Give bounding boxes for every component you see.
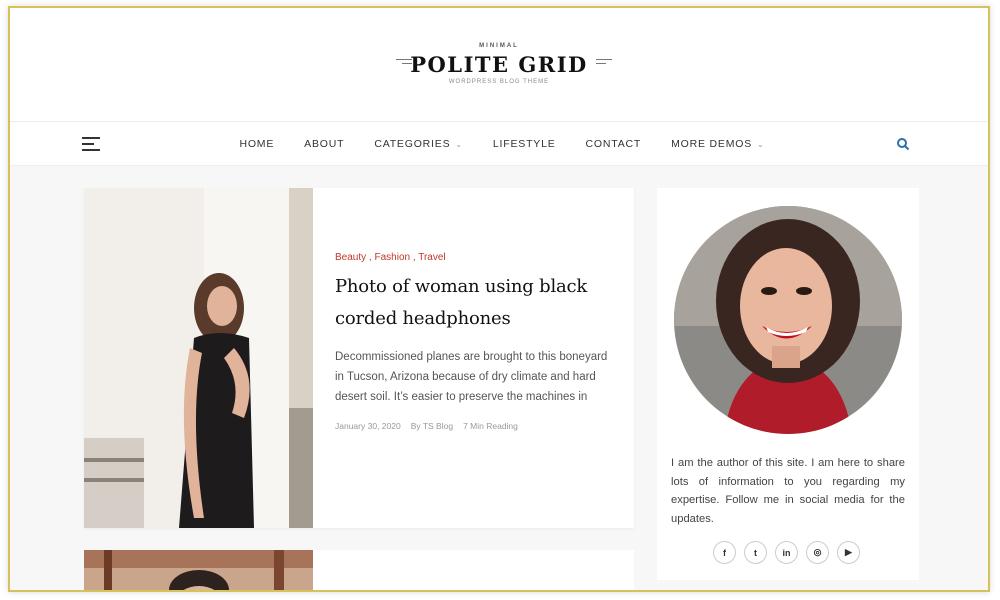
nav-item-contact[interactable]: CONTACT xyxy=(586,138,642,150)
nav-item-label: MORE DEMOS xyxy=(671,138,753,150)
brand-tagline-bottom: WORDPRESS BLOG THEME xyxy=(448,79,550,85)
author-widget: I am the author of this site. I am here … xyxy=(657,188,919,580)
facebook-icon[interactable]: f xyxy=(713,541,736,564)
author-avatar xyxy=(674,206,902,434)
nav-item-label: ABOUT xyxy=(304,138,345,150)
nav-item-lifestyle[interactable]: LIFESTYLE xyxy=(493,138,556,150)
site-header: MINIMAL POLITE GRID WORDPRESS BLOG THEME xyxy=(10,8,988,122)
nav-item-label: CATEGORIES xyxy=(374,138,451,150)
post-card xyxy=(84,550,634,590)
brand-wing-right-icon xyxy=(596,59,612,67)
site-logo-title[interactable]: POLITE GRID xyxy=(10,52,988,77)
nav-item-label: CONTACT xyxy=(585,138,642,150)
nav-item-label: LIFESTYLE xyxy=(492,138,556,150)
post-categories: Beauty , Fashion , Travel xyxy=(335,252,446,263)
post-excerpt: Decommissioned planes are brought to thi… xyxy=(335,351,608,403)
post-featured-image[interactable] xyxy=(84,188,313,528)
nav-item-about[interactable]: ABOUT xyxy=(304,138,344,150)
chevron-down-icon: ⌄ xyxy=(757,139,765,149)
post-meta: January 30, 2020 By TS Blog 7 Min Readin… xyxy=(335,421,615,431)
brand-tagline-top: MINIMAL xyxy=(479,43,519,49)
nav-item-label: HOME xyxy=(239,138,275,150)
nav-item-home[interactable]: HOME xyxy=(239,138,274,150)
post-author[interactable]: By TS Blog xyxy=(411,421,453,431)
nav-item-categories[interactable]: CATEGORIES ⌄ xyxy=(374,138,463,150)
nav-item-more-demos[interactable]: MORE DEMOS ⌄ xyxy=(671,138,764,150)
social-links: f t in ◎ ▶ xyxy=(713,541,860,564)
chevron-down-icon: ⌄ xyxy=(455,139,463,149)
post-reading-time: 7 Min Reading xyxy=(463,421,518,431)
instagram-icon[interactable]: ◎ xyxy=(806,541,829,564)
main-navigation: HOME ABOUT CATEGORIES ⌄ LIFESTYLE CONTACT… xyxy=(10,122,988,166)
nav-menu: HOME ABOUT CATEGORIES ⌄ LIFESTYLE CONTACT… xyxy=(10,122,988,166)
category-link[interactable]: Fashion xyxy=(374,252,410,263)
post-content: Beauty , Fashion , Travel Photo of woman… xyxy=(335,252,615,431)
youtube-icon[interactable]: ▶ xyxy=(837,541,860,564)
author-bio: I am the author of this site. I am here … xyxy=(671,457,905,525)
search-icon[interactable] xyxy=(896,137,910,151)
post-title[interactable]: Photo of woman using black corded headph… xyxy=(335,271,615,335)
post-card: Beauty , Fashion , Travel Photo of woman… xyxy=(84,188,634,528)
twitter-icon[interactable]: t xyxy=(744,541,767,564)
category-link[interactable]: Travel xyxy=(418,252,445,263)
linkedin-icon[interactable]: in xyxy=(775,541,798,564)
post-featured-image[interactable] xyxy=(84,550,313,590)
browser-frame: MINIMAL POLITE GRID WORDPRESS BLOG THEME… xyxy=(8,6,990,592)
post-date: January 30, 2020 xyxy=(335,421,401,431)
category-link[interactable]: Beauty xyxy=(335,252,366,263)
